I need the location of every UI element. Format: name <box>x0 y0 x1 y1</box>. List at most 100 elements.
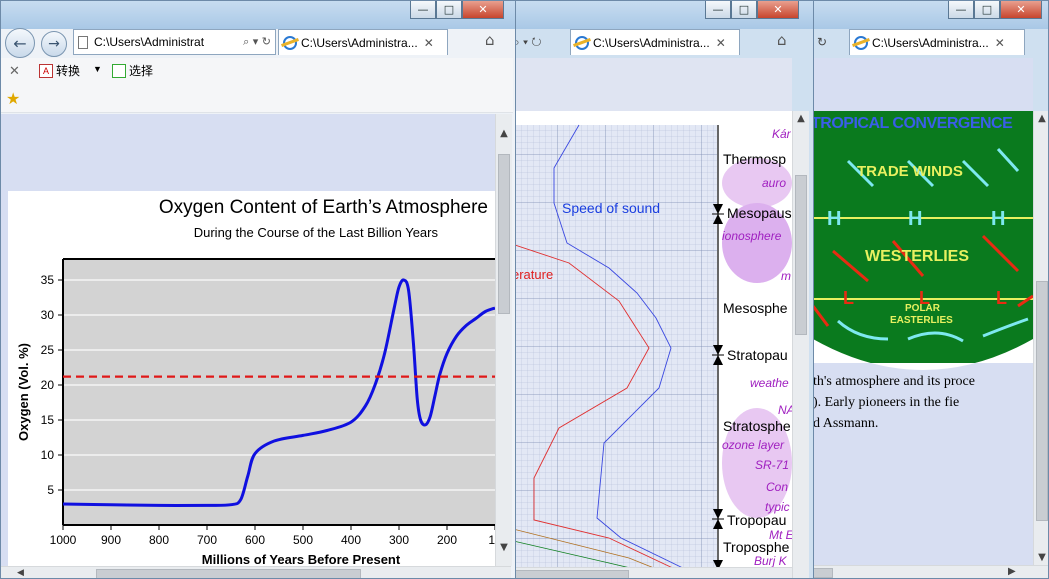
tab-title: C:\Users\Administra... <box>872 35 989 50</box>
x-tick-label: 800 <box>149 533 169 547</box>
refresh-icon[interactable]: ↻ <box>813 29 847 55</box>
scroll-down-icon[interactable]: ▼ <box>496 542 512 553</box>
layer-label-stratopause: Stratopau <box>727 347 788 363</box>
scroll-thumb[interactable] <box>509 570 629 578</box>
scroll-right-icon[interactable]: ▶ <box>1008 566 1016 577</box>
close-bar-icon[interactable]: ✕ <box>9 63 20 79</box>
tab-title: C:\Users\Administra... <box>301 35 418 50</box>
minimize-icon[interactable]: — <box>948 1 974 19</box>
tab-active[interactable]: C:\Users\Administra... ✕ <box>570 29 740 55</box>
maximize-icon[interactable]: □ <box>731 1 757 19</box>
tab-active[interactable]: C:\Users\Administra... ✕ <box>278 29 448 55</box>
body-text-line: ). Early pioneers in the fie <box>813 395 960 410</box>
page-icon <box>78 35 88 49</box>
chart-subtitle: During the Course of the Last Billion Ye… <box>194 225 439 240</box>
page-content: TROPICAL CONVERGENCE TRADE WINDS H H H W… <box>813 58 1033 565</box>
tab-title: C:\Users\Administra... <box>593 35 710 50</box>
body-text-line: th's atmosphere and its proce <box>813 374 975 389</box>
forward-button[interactable]: → <box>41 31 67 57</box>
scroll-thumb[interactable] <box>498 154 510 314</box>
horizontal-scrollbar[interactable]: ▶ <box>813 565 1048 578</box>
forward-arrow-icon: → <box>48 36 60 52</box>
address-search-refresh-icons[interactable]: ⌕ ▾ ↻ <box>243 35 275 49</box>
select-icon <box>112 63 126 78</box>
annotation-m: m <box>781 269 791 283</box>
x-tick-label: 200 <box>437 533 457 547</box>
convert-dropdown-icon[interactable]: ▼ <box>93 64 102 74</box>
x-tick-label: 700 <box>197 533 217 547</box>
home-icon[interactable]: ⌂ <box>485 31 495 49</box>
close-icon[interactable]: ✕ <box>462 1 504 19</box>
high-pressure-h3: H <box>991 208 1006 230</box>
scroll-down-icon[interactable]: ▼ <box>1034 552 1048 563</box>
back-button[interactable]: ← <box>5 28 35 58</box>
y-tick-label: 25 <box>41 343 55 357</box>
horizontal-scrollbar[interactable] <box>509 567 792 578</box>
minimize-icon[interactable]: — <box>410 1 436 19</box>
trade-winds-label: TRADE WINDS <box>857 163 963 180</box>
y-tick-label: 30 <box>41 308 55 322</box>
y-axis-label: Oxygen (Vol. %) <box>16 343 31 441</box>
select-button[interactable]: 选择 <box>112 62 153 79</box>
favorites-star-icon[interactable]: ★ <box>6 89 20 109</box>
x-tick-label: 600 <box>245 533 265 547</box>
layer-label-thermosphere: Thermosp <box>723 151 787 167</box>
vertical-scrollbar[interactable]: ▲ <box>792 111 809 578</box>
horizontal-scrollbar[interactable]: ◀ <box>1 566 511 578</box>
select-label: 选择 <box>129 64 154 78</box>
tab-close-icon[interactable]: ✕ <box>424 36 434 50</box>
scroll-thumb[interactable] <box>813 568 833 578</box>
window-controls: — □ ✕ <box>410 1 504 21</box>
minimize-icon[interactable]: — <box>705 1 731 19</box>
layer-label-mesopause: Mesopaus <box>727 205 792 221</box>
plot-area <box>63 259 495 525</box>
back-arrow-icon: ← <box>13 33 27 53</box>
speed-of-sound-label: Speed of sound <box>562 200 661 216</box>
scroll-thumb[interactable] <box>1036 281 1048 521</box>
high-pressure-h2: H <box>908 208 923 230</box>
body-text-line: d Assmann. <box>813 416 879 431</box>
atmosphere-profile-chart <box>509 58 792 578</box>
x-tick-label: 300 <box>389 533 409 547</box>
maximize-icon[interactable]: □ <box>436 1 462 19</box>
low-pressure-l1: L <box>843 288 854 308</box>
maximize-icon[interactable]: □ <box>974 1 1000 19</box>
y-tick-label: 5 <box>47 483 54 497</box>
body-text: th's atmosphere and its proce ). Early p… <box>813 371 1033 434</box>
close-icon[interactable]: ✕ <box>757 1 799 19</box>
scroll-up-icon[interactable]: ▲ <box>1034 113 1048 124</box>
address-bar-icons[interactable]: ⌕ ▾ ↻ <box>509 29 565 55</box>
polar-easterlies-label-1: POLAR <box>905 303 940 314</box>
browser-window-front: — □ ✕ ← → C:\Users\Administrat ⌕ ▾ ↻ C:\… <box>0 0 516 579</box>
scroll-left-icon[interactable]: ◀ <box>17 567 24 578</box>
home-icon[interactable]: ⌂ <box>777 31 787 49</box>
browser-window-middle: — □ ✕ ⌕ ▾ ↻ C:\Users\Administra... ✕ ⌂ S… <box>508 0 814 579</box>
close-icon[interactable]: ✕ <box>1000 1 1042 19</box>
annotation-sr71: SR-71 <box>755 458 790 472</box>
annotation-aurora: auro <box>762 176 787 190</box>
scroll-thumb[interactable] <box>96 569 361 578</box>
temperature-label: erature <box>512 267 554 282</box>
scroll-up-icon[interactable]: ▲ <box>793 113 809 124</box>
annotation-con: Con <box>766 480 789 494</box>
annotation-karman: Kár <box>772 127 791 141</box>
high-pressure-h1: H <box>827 208 842 230</box>
tab-close-icon[interactable]: ✕ <box>716 36 726 50</box>
vertical-scrollbar[interactable]: ▲ ▼ <box>495 114 512 566</box>
page-content: 5 10 15 20 25 30 35 1000 900 800 700 600 500 400 300 20… <box>1 114 495 578</box>
scroll-thumb[interactable] <box>795 175 807 335</box>
pdf-convert-icon: A <box>39 63 53 78</box>
annotation-mt: Mt E <box>769 528 794 542</box>
low-pressure-l3: L <box>996 288 1007 308</box>
chart-title: Oxygen Content of Earth’s Atmosphere <box>159 197 488 218</box>
convert-label: 转换 <box>56 64 81 78</box>
window-controls: — □ ✕ <box>705 1 799 21</box>
tab-active[interactable]: C:\Users\Administra... ✕ <box>849 29 1025 55</box>
address-bar[interactable]: C:\Users\Administrat ⌕ ▾ ↻ <box>73 29 276 55</box>
convert-button[interactable]: A 转换 <box>39 62 80 79</box>
scroll-up-icon[interactable]: ▲ <box>496 128 512 139</box>
x-tick-label: 900 <box>101 533 121 547</box>
tab-close-icon[interactable]: ✕ <box>995 36 1005 50</box>
y-tick-label: 35 <box>41 273 55 287</box>
vertical-scrollbar[interactable]: ▲ ▼ <box>1033 111 1048 565</box>
